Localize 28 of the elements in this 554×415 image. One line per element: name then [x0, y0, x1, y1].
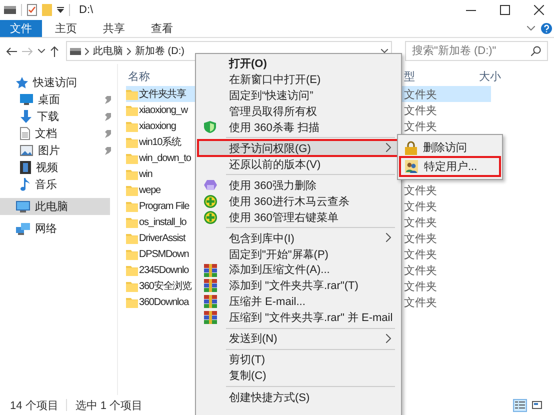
file-type: 文件夹: [404, 280, 437, 294]
file-name: 2345Downlo: [139, 264, 189, 276]
file-type: 文件夹: [404, 88, 437, 102]
file-type: 文件夹: [404, 264, 437, 278]
file-name: win: [139, 168, 152, 180]
file-name: os_install_lo: [139, 216, 186, 228]
file-type: 文件夹: [404, 120, 437, 134]
file-name: win_down_to: [139, 152, 191, 164]
file-type: 文件夹: [404, 232, 437, 246]
file-name: DPSMDown: [139, 248, 189, 260]
file-type: 文件夹: [404, 200, 437, 214]
file-type: 文件夹: [404, 104, 437, 118]
file-name: DriverAssist: [139, 232, 186, 244]
file-name: 360安全浏览: [139, 280, 192, 293]
file-name: 360Downloa: [139, 296, 189, 308]
file-name: win10系统: [139, 136, 181, 149]
file-name: 文件夹共享: [139, 88, 186, 101]
file-name: xiaoxiong_w: [139, 104, 188, 116]
file-name: wepe: [139, 184, 161, 196]
file-type: 文件夹: [404, 184, 437, 198]
item-count: 14 个项目: [10, 398, 58, 412]
file-type: 文件夹: [404, 296, 437, 310]
file-type: 文件夹: [404, 248, 437, 262]
file-name: xiaoxiong: [139, 120, 176, 132]
selection-count: 选中 1 个项目: [75, 398, 143, 412]
file-name: Program File: [139, 200, 190, 212]
window-title: D:\: [79, 4, 94, 16]
file-type: 文件夹: [404, 216, 437, 230]
